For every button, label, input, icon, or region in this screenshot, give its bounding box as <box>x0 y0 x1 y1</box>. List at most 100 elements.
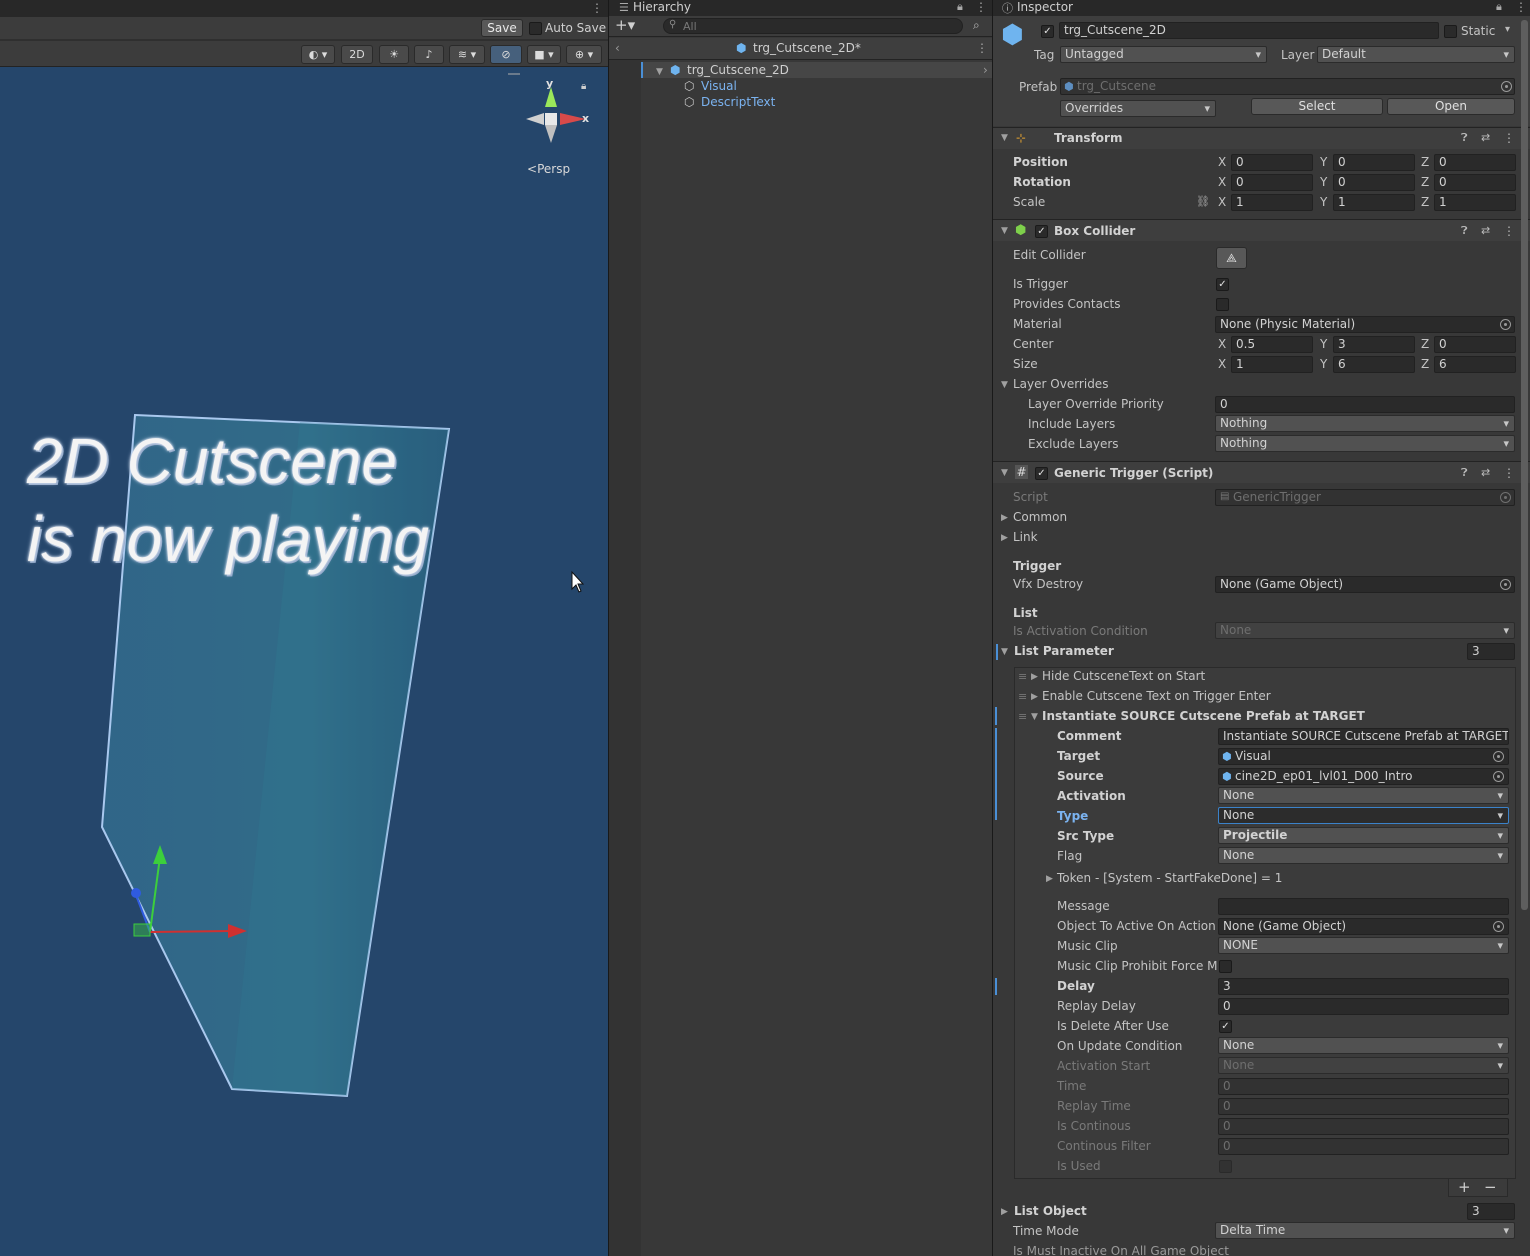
tree-open-arrow-icon[interactable]: › <box>983 62 988 78</box>
drag-handle-icon[interactable]: ≡ <box>1018 710 1027 723</box>
object-to-active-field[interactable]: None (Game Object) <box>1218 918 1509 935</box>
prefab-open-button[interactable]: Open <box>1387 98 1515 115</box>
hidden-objects-icon[interactable]: ⊘ <box>490 45 522 64</box>
hierarchy-search-input[interactable]: ⚲ All <box>663 18 963 34</box>
gizmo-lock-icon[interactable]: 🔒︎ <box>581 81 586 92</box>
list-parameter-count[interactable]: 3 <box>1467 643 1515 660</box>
audio-icon[interactable]: ♪ <box>414 45 444 64</box>
static-checkbox[interactable] <box>1444 24 1457 38</box>
rotation-z-field[interactable]: 0 <box>1434 174 1516 191</box>
time-mode-dropdown[interactable]: Delta Time <box>1215 1222 1515 1239</box>
tree-item-visual[interactable]: Visual <box>701 78 737 94</box>
scene-search-icon[interactable]: ⌕ <box>973 18 980 33</box>
rotation-y-field[interactable]: 0 <box>1333 174 1415 191</box>
include-layers-dropdown[interactable]: Nothing <box>1215 415 1515 432</box>
prefab-select-button[interactable]: Select <box>1251 98 1383 115</box>
component-menu-icon[interactable]: ⋮ <box>1503 131 1515 145</box>
tree-item-root[interactable]: trg_Cutscene_2D <box>687 62 789 78</box>
list-object-foldout-icon[interactable]: ▶ <box>1001 1207 1008 1217</box>
inspector-lock-icon[interactable]: 🔒︎ <box>1496 0 1502 14</box>
tree-item-descripttext[interactable]: DescriptText <box>701 94 775 110</box>
size-z-field[interactable]: 6 <box>1434 356 1516 373</box>
music-clip-dropdown[interactable]: NONE <box>1218 937 1509 954</box>
position-y-field[interactable]: 0 <box>1333 154 1415 171</box>
projection-label[interactable]: <Persp <box>527 162 570 176</box>
size-x-field[interactable]: 1 <box>1231 356 1313 373</box>
lighting-icon[interactable]: ☀ <box>379 45 409 64</box>
scale-x-field[interactable]: 1 <box>1231 194 1313 211</box>
link-foldout-icon[interactable]: ▶ <box>1001 533 1008 543</box>
mode-2d-button[interactable]: 2D <box>341 45 373 64</box>
inspector-menu-icon[interactable]: ⋮ <box>1515 0 1527 14</box>
src-type-dropdown[interactable]: Projectile <box>1218 827 1509 844</box>
scale-z-field[interactable]: 1 <box>1434 194 1516 211</box>
component-menu-icon[interactable]: ⋮ <box>1503 224 1515 238</box>
autosave-checkbox[interactable] <box>529 21 542 35</box>
list-object-label[interactable]: List Object <box>1014 1204 1087 1218</box>
list-parameter-label[interactable]: List Parameter <box>1014 644 1114 658</box>
target-field[interactable]: Visual <box>1218 748 1509 765</box>
list-element-0[interactable]: Hide CutsceneText on Start <box>1042 669 1205 683</box>
vfx-destroy-field[interactable]: None (Game Object) <box>1215 576 1515 593</box>
generic-trigger-enabled-checkbox[interactable]: ✓ <box>1035 466 1048 480</box>
scene-viewport[interactable]: y x 🔒︎ <Persp 2D Cutscene is now playing <box>0 67 608 1256</box>
element-foldout-icon[interactable]: ▶ <box>1031 672 1038 682</box>
target-picker-icon[interactable] <box>1493 751 1504 762</box>
is-trigger-checkbox[interactable]: ✓ <box>1216 277 1229 291</box>
box-collider-enabled-checkbox[interactable]: ✓ <box>1035 224 1048 238</box>
list-element-1[interactable]: Enable Cutscene Text on Trigger Enter <box>1042 689 1271 703</box>
vfx-picker-icon[interactable] <box>1500 579 1511 590</box>
token-foldout[interactable]: Token - [System - StartFakeDone] = 1 <box>1057 871 1282 885</box>
scene-menu-icon[interactable]: ⋮ <box>591 1 603 15</box>
material-field[interactable]: None (Physic Material) <box>1215 316 1515 333</box>
back-chevron-icon[interactable]: ‹ <box>615 41 620 55</box>
add-element-button[interactable]: + <box>1458 1178 1471 1196</box>
prefab-picker-icon[interactable] <box>1501 81 1512 92</box>
replay-delay-field[interactable]: 0 <box>1218 998 1509 1015</box>
active-checkbox[interactable]: ✓ <box>1041 24 1054 38</box>
list-element-2[interactable]: Instantiate SOURCE Cutscene Prefab at TA… <box>1042 709 1365 723</box>
drag-handle-icon[interactable]: ≡ <box>1018 670 1027 683</box>
material-picker-icon[interactable] <box>1500 319 1511 330</box>
exclude-layers-dropdown[interactable]: Nothing <box>1215 435 1515 452</box>
common-foldout[interactable]: Common <box>1013 510 1067 524</box>
position-z-field[interactable]: 0 <box>1434 154 1516 171</box>
shading-mode-icon[interactable]: ◐ ▾ <box>301 45 335 64</box>
breadcrumb-menu-icon[interactable]: ⋮ <box>976 41 988 55</box>
help-icon[interactable]: ❓︎ <box>1461 224 1468 238</box>
token-foldout-icon[interactable]: ▶ <box>1046 874 1053 884</box>
layer-override-priority-field[interactable]: 0 <box>1215 396 1515 413</box>
list-parameter-foldout-icon[interactable]: ▼ <box>1001 647 1008 657</box>
hierarchy-lock-icon[interactable]: 🔒︎ <box>957 0 963 14</box>
drag-handle-icon[interactable]: ≡ <box>1018 690 1027 703</box>
position-x-field[interactable]: 0 <box>1231 154 1313 171</box>
scale-link-icon[interactable]: ⛓︎ <box>1196 195 1210 208</box>
prefab-asset-field[interactable]: trg_Cutscene <box>1060 78 1515 95</box>
hierarchy-menu-icon[interactable]: ⋮ <box>975 0 987 14</box>
create-plus-icon[interactable]: +▾ <box>615 16 635 34</box>
camera-icon[interactable]: ■ ▾ <box>527 45 561 64</box>
preset-icon[interactable]: ⇄ <box>1481 224 1490 237</box>
help-icon[interactable]: ❓︎ <box>1461 466 1468 480</box>
viewport-handle[interactable] <box>508 73 520 75</box>
object-picker-icon[interactable] <box>1493 921 1504 932</box>
element-foldout-icon[interactable]: ▼ <box>1031 712 1038 722</box>
comment-field[interactable]: Instantiate SOURCE Cutscene Prefab at TA… <box>1218 728 1509 745</box>
static-dropdown-icon[interactable]: ▾ <box>1505 24 1510 35</box>
effects-icon[interactable]: ≋ ▾ <box>449 45 485 64</box>
rotation-x-field[interactable]: 0 <box>1231 174 1313 191</box>
inspector-scrollbar[interactable] <box>1521 20 1528 910</box>
layer-overrides-foldout-icon[interactable]: ▼ <box>1001 380 1008 390</box>
common-foldout-icon[interactable]: ▶ <box>1001 513 1008 523</box>
save-button[interactable]: Save <box>481 19 523 37</box>
message-field[interactable] <box>1218 898 1509 915</box>
remove-element-button[interactable]: − <box>1484 1178 1497 1196</box>
overrides-dropdown[interactable]: Overrides <box>1060 100 1216 117</box>
size-y-field[interactable]: 6 <box>1333 356 1415 373</box>
edit-collider-button[interactable]: ⟁ <box>1216 247 1247 269</box>
source-picker-icon[interactable] <box>1493 771 1504 782</box>
music-prohibit-checkbox[interactable] <box>1219 959 1232 973</box>
orientation-gizmo[interactable] <box>526 87 586 143</box>
scale-y-field[interactable]: 1 <box>1333 194 1415 211</box>
tree-expand-root[interactable]: ▼ <box>656 62 663 78</box>
